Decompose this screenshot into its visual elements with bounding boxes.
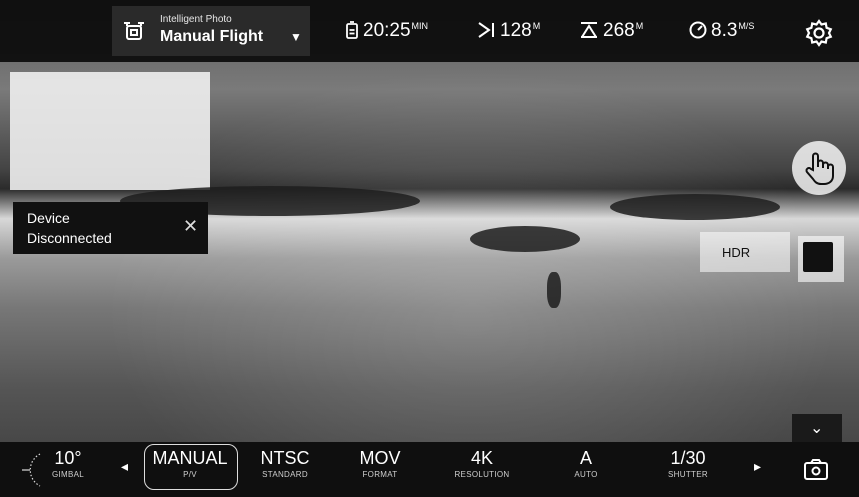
person-figure bbox=[547, 272, 561, 308]
gimbal-label: GIMBAL bbox=[51, 470, 85, 479]
battery-value: 20:25 bbox=[363, 20, 411, 41]
device-disconnected-toast: Device Disconnected ✕ bbox=[13, 202, 208, 254]
distance-readout: 128M bbox=[476, 20, 540, 42]
setting-shutter-label: SHUTTER bbox=[668, 470, 708, 479]
setting-standard-value: NTSC bbox=[260, 448, 310, 468]
setting-auto-label: AUTO bbox=[574, 470, 598, 479]
dune-shadow bbox=[610, 194, 780, 220]
gimbal-dial-icon bbox=[22, 453, 41, 487]
altitude-value: 268 bbox=[603, 20, 635, 41]
speed-icon bbox=[689, 21, 707, 39]
battery-time-readout: 20:25MIN bbox=[345, 20, 428, 42]
setting-resolution-value: 4K bbox=[470, 448, 494, 468]
setting-standard-label: STANDARD bbox=[262, 470, 308, 479]
dune-shadow bbox=[470, 226, 580, 252]
setting-resolution-label: RESOLUTION bbox=[454, 470, 510, 479]
distance-icon bbox=[478, 22, 494, 38]
setting-auto-value: A bbox=[579, 448, 592, 468]
gesture-control-button[interactable] bbox=[792, 141, 846, 195]
hdr-label: HDR bbox=[722, 245, 751, 260]
setting-auto[interactable]: A AUTO bbox=[564, 448, 608, 479]
battery-icon bbox=[346, 21, 358, 39]
setting-shutter-value: 1/30 bbox=[670, 448, 706, 468]
gear-icon[interactable] bbox=[804, 18, 834, 48]
record-square-icon bbox=[803, 242, 833, 272]
camera-switch-icon[interactable] bbox=[803, 458, 829, 482]
distance-unit: M bbox=[532, 21, 541, 31]
distance-value: 128 bbox=[500, 20, 532, 41]
setting-mode-value: MANUAL bbox=[152, 448, 228, 468]
speed-value: 8.3 bbox=[711, 20, 738, 41]
hand-pointer-icon bbox=[805, 152, 834, 185]
setting-standard[interactable]: NTSC STANDARD bbox=[252, 448, 318, 479]
gimbal-value: 10° bbox=[54, 448, 82, 468]
setting-resolution[interactable]: 4K RESOLUTION bbox=[448, 448, 516, 479]
setting-format[interactable]: MOV FORMAT bbox=[350, 448, 410, 479]
close-icon[interactable]: ✕ bbox=[183, 216, 198, 237]
speed-unit: M/S bbox=[738, 21, 755, 31]
bottom-camera-bar: 10° GIMBAL ◂ MANUAL P/V NTSC STANDARD MO… bbox=[0, 442, 859, 497]
chevron-down-icon: ▼ bbox=[290, 30, 302, 44]
gimbal-readout[interactable]: 10° GIMBAL bbox=[48, 448, 88, 479]
flight-mode-selector[interactable]: Intelligent Photo Manual Flight ▼ bbox=[112, 6, 310, 56]
setting-mode-label: P/V bbox=[183, 470, 197, 479]
altitude-icon bbox=[581, 22, 597, 38]
setting-format-label: FORMAT bbox=[362, 470, 398, 479]
setting-shutter[interactable]: 1/30 SHUTTER bbox=[660, 448, 716, 479]
expand-panel-button[interactable]: ⌄ bbox=[792, 414, 842, 444]
setting-mode[interactable]: MANUAL P/V bbox=[146, 448, 234, 479]
prev-setting-arrow[interactable]: ◂ bbox=[121, 458, 128, 475]
overexposed-sky-patch bbox=[10, 72, 210, 190]
chevron-down-icon: ⌄ bbox=[810, 420, 824, 437]
top-bar: Intelligent Photo Manual Flight ▼ 20:25M… bbox=[0, 0, 859, 62]
altitude-unit: M bbox=[635, 21, 644, 31]
camera-feed: Intelligent Photo Manual Flight ▼ 20:25M… bbox=[0, 0, 859, 497]
mode-subtitle: Intelligent Photo bbox=[160, 14, 232, 25]
toast-message-line1: Device bbox=[27, 210, 70, 226]
altitude-readout: 268M bbox=[579, 20, 643, 42]
speed-readout: 8.3M/S bbox=[689, 20, 754, 42]
drone-icon bbox=[124, 22, 144, 40]
setting-format-value: MOV bbox=[359, 448, 401, 468]
shutter-button[interactable] bbox=[798, 236, 844, 282]
hdr-toggle[interactable]: HDR bbox=[700, 232, 790, 272]
mode-title: Manual Flight bbox=[160, 28, 264, 45]
battery-unit: MIN bbox=[411, 21, 429, 31]
toast-message-line2: Disconnected bbox=[27, 230, 112, 246]
next-setting-arrow[interactable]: ▸ bbox=[754, 458, 761, 475]
